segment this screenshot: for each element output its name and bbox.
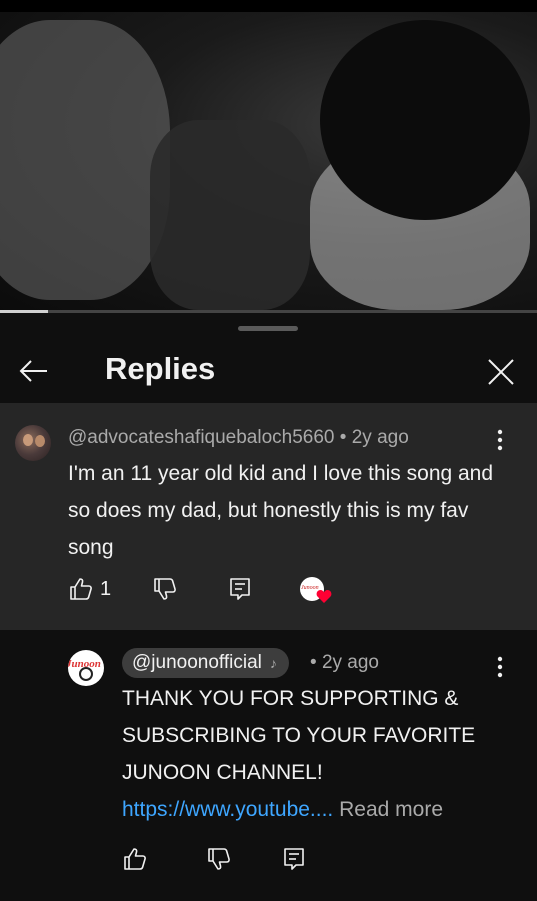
thumbs-up-icon bbox=[124, 848, 146, 870]
like-button[interactable] bbox=[122, 843, 148, 875]
comment-icon bbox=[230, 578, 250, 600]
dislike-button[interactable] bbox=[206, 843, 232, 875]
page-title: Replies bbox=[105, 351, 216, 386]
thumbs-down-icon bbox=[154, 578, 176, 600]
read-more-link[interactable]: Read more bbox=[333, 798, 443, 821]
back-button[interactable] bbox=[16, 353, 52, 389]
comment-text: I'm an 11 year old kid and I love this s… bbox=[68, 462, 494, 559]
avatar-photo bbox=[23, 434, 33, 446]
creator-heart-badge: Junoon bbox=[298, 575, 332, 605]
video-top-bar bbox=[0, 0, 537, 12]
more-vertical-icon bbox=[497, 656, 503, 678]
heart-icon bbox=[316, 590, 332, 603]
music-note-icon: ♪ bbox=[269, 655, 277, 671]
thumbs-down-icon bbox=[208, 848, 230, 870]
meta-separator: • bbox=[310, 652, 322, 673]
reply-meta: • 2y ago bbox=[310, 652, 379, 674]
avatar[interactable]: Junoon bbox=[68, 650, 104, 686]
reply-link[interactable]: https://www.youtube.... bbox=[122, 798, 333, 821]
video-player[interactable] bbox=[0, 0, 537, 313]
replies-panel: Replies @advocateshafiquebaloch5660 • 2y… bbox=[0, 313, 537, 901]
reply-button[interactable] bbox=[228, 573, 252, 605]
reply-author: @junoonofficial bbox=[132, 652, 262, 673]
drag-handle[interactable] bbox=[238, 326, 298, 331]
dislike-button[interactable] bbox=[152, 573, 178, 605]
channel-logo-icon bbox=[79, 667, 93, 681]
comment-meta: @advocateshafiquebaloch5660 • 2y ago bbox=[68, 427, 409, 449]
like-count: 1 bbox=[100, 577, 112, 600]
comment-author[interactable]: @advocateshafiquebaloch5660 bbox=[68, 427, 335, 448]
replies-header: Replies bbox=[0, 341, 537, 403]
comment-actions: 1 Junoon bbox=[0, 573, 537, 613]
arrow-left-icon bbox=[19, 360, 47, 382]
reply-text: THANK YOU FOR SUPPORTING & SUBSCRIBING T… bbox=[122, 680, 522, 828]
comment-icon bbox=[284, 848, 304, 870]
more-options-button[interactable] bbox=[488, 425, 512, 455]
more-vertical-icon bbox=[497, 429, 503, 451]
parent-comment: @advocateshafiquebaloch5660 • 2y ago I'm… bbox=[0, 403, 537, 630]
avatar[interactable] bbox=[15, 425, 51, 461]
avatar-photo bbox=[35, 435, 45, 447]
like-button[interactable]: 1 bbox=[68, 573, 111, 605]
reply-button[interactable] bbox=[282, 843, 306, 875]
video-frame-figure bbox=[0, 20, 170, 300]
thumbs-up-icon bbox=[70, 578, 92, 600]
meta-separator: • bbox=[334, 427, 352, 448]
video-frame-figure bbox=[150, 120, 310, 310]
reply-body: THANK YOU FOR SUPPORTING & SUBSCRIBING T… bbox=[122, 687, 476, 784]
reply-actions bbox=[0, 843, 537, 883]
reply-time: 2y ago bbox=[321, 652, 379, 673]
video-frame-figure bbox=[320, 20, 530, 220]
creator-handle-badge[interactable]: @junoonofficial ♪ bbox=[122, 648, 289, 678]
close-button[interactable] bbox=[482, 353, 520, 391]
more-options-button[interactable] bbox=[488, 652, 512, 682]
close-icon bbox=[488, 359, 514, 385]
comment-time: 2y ago bbox=[351, 427, 409, 448]
